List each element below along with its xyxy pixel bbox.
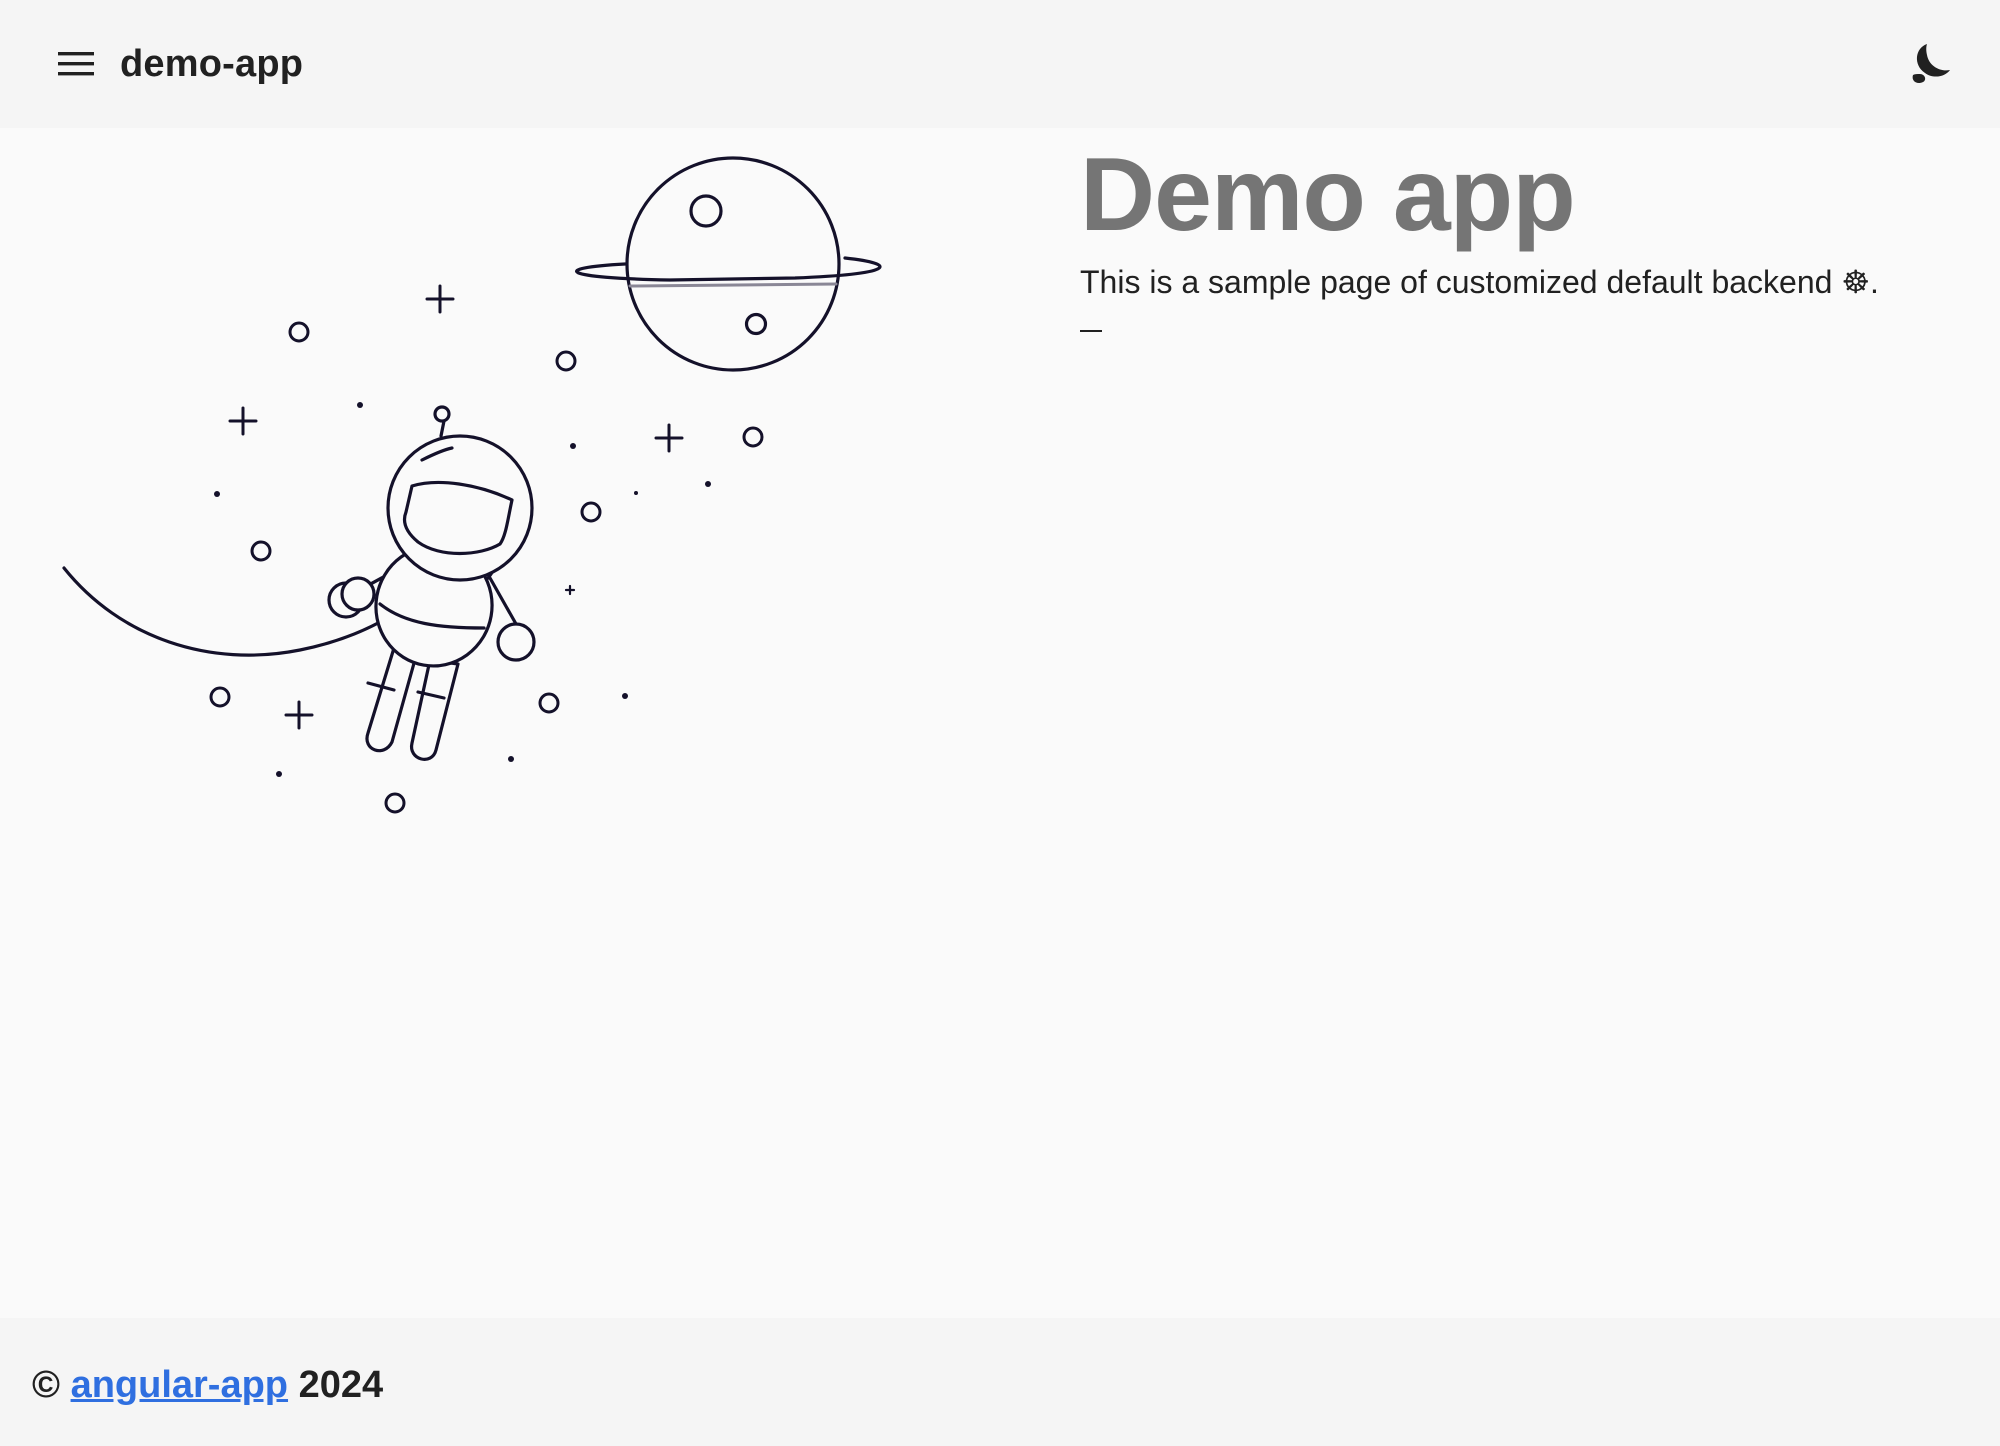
angular-app-link[interactable]: angular-app xyxy=(71,1364,288,1406)
main-content: Demo app This is a sample page of custom… xyxy=(0,128,2000,1318)
copyright-symbol: © xyxy=(32,1364,60,1406)
theme-toggle-button[interactable] xyxy=(1900,36,1960,92)
separator-dash xyxy=(1080,330,1102,332)
hero-description: This is a sample page of customized defa… xyxy=(1080,264,1879,300)
hero-section: Demo app This is a sample page of custom… xyxy=(1080,136,1980,332)
copyright-year: 2024 xyxy=(298,1364,384,1406)
footer: © angular-app 2024 xyxy=(0,1318,2000,1446)
planet-illustration xyxy=(575,156,882,372)
menu-icon xyxy=(58,52,94,76)
menu-button[interactable] xyxy=(48,42,104,86)
astronaut-space-illustration xyxy=(62,156,882,814)
app-title[interactable]: demo-app xyxy=(120,36,303,92)
top-toolbar: demo-app xyxy=(0,0,2000,128)
footer-copyright: © angular-app 2024 xyxy=(32,1360,383,1410)
dark-mode-moon-icon xyxy=(1912,44,1950,84)
hero-title: Demo app xyxy=(1080,137,1576,253)
astronaut-illustration xyxy=(327,405,536,761)
